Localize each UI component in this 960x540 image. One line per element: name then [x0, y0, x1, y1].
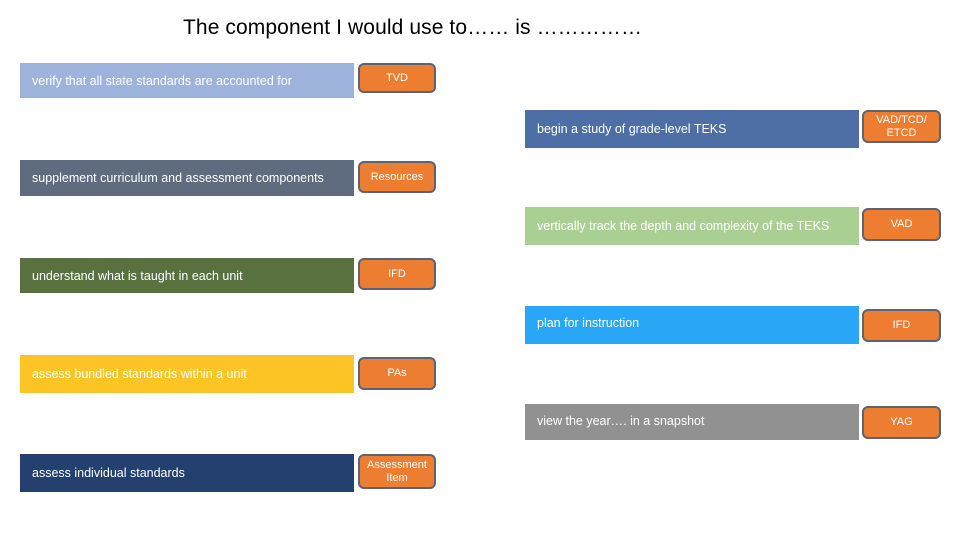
- component-pill-vad-tcd-etcd[interactable]: VAD/TCD/ ETCD: [862, 110, 941, 143]
- component-label: YAG: [890, 416, 913, 428]
- component-pill-assessment-item[interactable]: Assessment Item: [358, 454, 436, 489]
- task-bar-assess-bundled: assess bundled standards within a unit: [20, 355, 354, 393]
- component-pill-ifd-right[interactable]: IFD: [862, 309, 941, 342]
- task-label: understand what is taught in each unit: [32, 268, 243, 283]
- component-label: PAs: [387, 367, 407, 379]
- component-pill-ifd[interactable]: IFD: [358, 258, 436, 290]
- component-pill-tvd[interactable]: TVD: [358, 63, 436, 93]
- task-label: vertically track the depth and complexit…: [537, 219, 830, 233]
- task-label: assess bundled standards within a unit: [32, 367, 247, 381]
- task-bar-view-year: view the year…. in a snapshot: [525, 404, 859, 440]
- task-bar-verify-standards: verify that all state standards are acco…: [20, 63, 354, 98]
- component-label: IFD: [892, 319, 911, 331]
- task-bar-assess-individual: assess individual standards: [20, 454, 354, 492]
- component-label: TVD: [386, 71, 408, 84]
- task-label: assess individual standards: [32, 466, 185, 480]
- task-label: begin a study of grade-level TEKS: [537, 122, 727, 136]
- task-bar-vertically-track: vertically track the depth and complexit…: [525, 207, 859, 245]
- component-label: VAD: [890, 218, 913, 230]
- task-bar-study-teks: begin a study of grade-level TEKS: [525, 110, 859, 148]
- component-label: Resources: [370, 170, 424, 183]
- task-label: plan for instruction: [537, 316, 640, 330]
- component-pill-resources[interactable]: Resources: [358, 161, 436, 193]
- slide-title: The component I would use to…… is ……………: [183, 16, 643, 39]
- task-bar-understand-unit: understand what is taught in each unit: [20, 258, 354, 293]
- component-label: Assessment Item: [367, 458, 427, 484]
- task-bar-plan-instruction: plan for instruction: [525, 306, 859, 344]
- component-pill-vad[interactable]: VAD: [862, 208, 941, 241]
- component-pill-yag[interactable]: YAG: [862, 406, 941, 439]
- component-label: VAD/TCD/ ETCD: [876, 113, 927, 139]
- task-bar-supplement-curriculum: supplement curriculum and assessment com…: [20, 160, 354, 196]
- component-label: IFD: [388, 267, 406, 280]
- task-label: supplement curriculum and assessment com…: [32, 171, 324, 185]
- task-label: view the year…. in a snapshot: [537, 414, 705, 428]
- task-label: verify that all state standards are acco…: [32, 73, 292, 88]
- component-pill-pas[interactable]: PAs: [358, 357, 436, 390]
